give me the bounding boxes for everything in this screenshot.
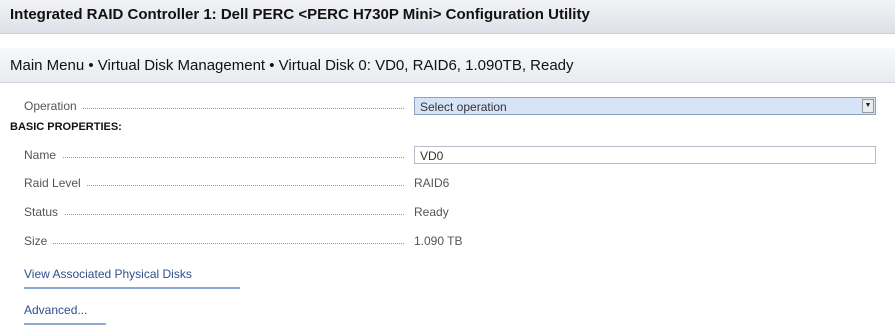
raid-level-row: Raid Level RAID6 [24, 174, 884, 194]
size-label-text: Size [24, 234, 54, 248]
operation-row: Operation Select operation ▼ [24, 97, 884, 117]
operation-select[interactable]: Select operation ▼ [414, 97, 876, 115]
operation-label: Operation [24, 99, 404, 113]
operation-label-text: Operation [24, 99, 83, 113]
size-value: 1.090 TB [414, 234, 463, 248]
size-label: Size [24, 234, 404, 248]
name-row: Name VD0 [24, 146, 884, 166]
view-physical-disks-link[interactable]: View Associated Physical Disks [24, 267, 192, 281]
view-physical-disks-underline [24, 287, 240, 289]
raid-level-label: Raid Level [24, 176, 404, 190]
name-label-text: Name [24, 148, 63, 162]
name-label: Name [24, 148, 404, 162]
basic-properties-heading: BASIC PROPERTIES: [10, 121, 122, 133]
window-title: Integrated RAID Controller 1: Dell PERC … [0, 0, 895, 34]
status-label: Status [24, 205, 404, 219]
status-value: Ready [414, 205, 449, 219]
size-row: Size 1.090 TB [24, 232, 884, 252]
name-field[interactable]: VD0 [414, 146, 876, 164]
advanced-underline [24, 323, 106, 325]
raid-level-label-text: Raid Level [24, 176, 87, 190]
raid-level-value: RAID6 [414, 176, 450, 190]
advanced-link[interactable]: Advanced... [24, 303, 87, 317]
status-label-text: Status [24, 205, 65, 219]
operation-select-value: Select operation [420, 100, 507, 114]
chevron-down-icon[interactable]: ▼ [862, 99, 874, 113]
breadcrumb: Main Menu • Virtual Disk Management • Vi… [0, 48, 895, 83]
status-row: Status Ready [24, 203, 884, 223]
header-spacer [0, 34, 895, 48]
